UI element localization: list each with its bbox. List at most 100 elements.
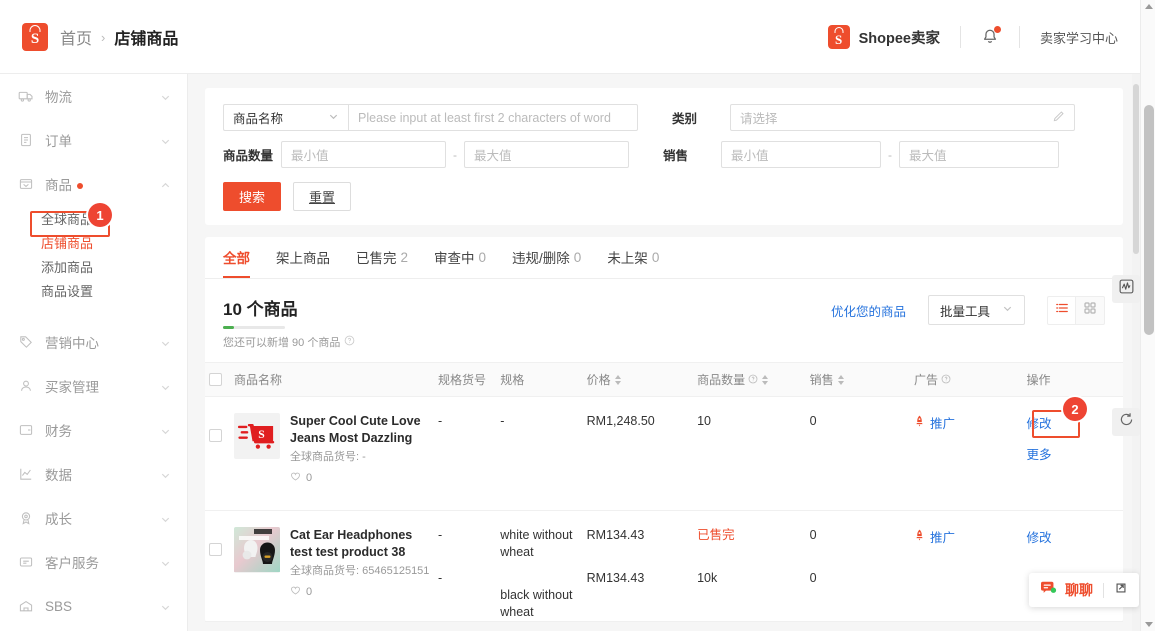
product-name-filter-group: 商品名称 Please input at least first 2 chara… <box>223 104 638 131</box>
sidebar-label-finance: 财务 <box>45 420 160 440</box>
quantity-help-icon[interactable] <box>748 373 758 387</box>
tab-violation-deleted[interactable]: 违规/删除 0 <box>512 236 581 278</box>
chevron-down-icon <box>160 381 171 392</box>
sales-max-input[interactable]: 最大值 <box>899 141 1059 168</box>
tab-reviewing[interactable]: 审查中 0 <box>434 236 486 278</box>
expand-icon[interactable] <box>1114 581 1128 600</box>
row-2-price: RM134.43 RM134.43 <box>583 511 693 622</box>
heart-icon <box>290 471 301 485</box>
row-2-edit-link[interactable]: 修改 <box>1027 527 1119 546</box>
ads-help-icon[interactable] <box>941 373 951 387</box>
sidebar-item-data[interactable]: 数据 <box>0 452 187 496</box>
col-actions: 操作 <box>1023 363 1123 397</box>
row-1-likes-count: 0 <box>306 472 312 484</box>
chevron-down-icon <box>160 91 171 102</box>
row-1-product-name[interactable]: Super Cool Cute Love Jeans Most Dazzling <box>290 413 430 446</box>
row-1-checkbox[interactable] <box>209 429 222 442</box>
search-button[interactable]: 搜索 <box>223 182 281 211</box>
row-1-quantity: 10 <box>693 397 805 511</box>
breadcrumb-home[interactable]: 首页 <box>60 25 92 49</box>
sidebar-label-logistics: 物流 <box>45 86 160 106</box>
sales-sort-icon[interactable] <box>838 375 844 385</box>
quantity-min-input[interactable]: 最小值 <box>281 141 446 168</box>
row-2-sku-value: 65465125151 <box>362 565 429 577</box>
circle-refresh-icon <box>1118 411 1135 433</box>
category-select-input[interactable]: 请选择 <box>730 104 1075 131</box>
header-divider-2 <box>1019 26 1020 48</box>
quota-subtitle-text: 您还可以新增 90 个商品 <box>223 334 340 350</box>
tab-sold-out-count: 2 <box>401 250 409 265</box>
tab-unlisted[interactable]: 未上架 0 <box>607 236 659 278</box>
product-name-field-select[interactable]: 商品名称 <box>223 104 348 131</box>
tab-on-shelf[interactable]: 架上商品 <box>276 236 330 278</box>
sidebar-item-products[interactable]: 商品 <box>0 162 187 206</box>
row-2-variant-2-sales: 0 <box>810 544 906 587</box>
scroll-up-arrow-icon[interactable] <box>1141 0 1155 14</box>
sidebar-item-finance[interactable]: 财务 <box>0 408 187 452</box>
row-1-more-link[interactable]: 更多 <box>1027 444 1119 463</box>
col-sales[interactable]: 销售 <box>806 363 910 397</box>
sidebar-item-add-product[interactable]: 添加商品 <box>41 254 187 278</box>
user-icon <box>18 378 34 394</box>
row-2-thumbnail[interactable] <box>234 527 280 573</box>
col-quantity[interactable]: 商品数量 <box>693 363 805 397</box>
quantity-sort-icon[interactable] <box>762 375 768 385</box>
row-2-promote-link[interactable]: 推广 <box>914 511 1018 546</box>
row-2-product-name[interactable]: Cat Ear Headphones test test product 38 <box>290 527 430 560</box>
sidebar-item-marketing[interactable]: 营销中心 <box>0 320 187 364</box>
col-product-name-label: 商品名称 <box>234 371 282 388</box>
list-view-button[interactable] <box>1047 296 1076 325</box>
seller-learning-center-link[interactable]: 卖家学习中心 <box>1040 28 1118 47</box>
content-scrollbar-thumb[interactable] <box>1133 84 1139 254</box>
quantity-max-input[interactable]: 最大值 <box>464 141 629 168</box>
view-mode-toggle <box>1047 296 1105 325</box>
tab-all[interactable]: 全部 <box>223 236 250 278</box>
sidebar-item-product-settings[interactable]: 商品设置 <box>41 278 187 302</box>
row-2-sales: 0 0 <box>806 511 910 622</box>
notification-bell-icon[interactable] <box>981 27 999 47</box>
sales-min-input[interactable]: 最小值 <box>721 141 881 168</box>
question-circle-icon[interactable] <box>344 335 355 349</box>
row-2-checkbox[interactable] <box>209 543 222 556</box>
reset-button[interactable]: 重置 <box>293 182 351 211</box>
chevron-down-icon <box>160 557 171 568</box>
sales-min-placeholder: 最小值 <box>731 145 769 164</box>
optimize-products-link[interactable]: 优化您的商品 <box>831 301 906 320</box>
browser-scrollbar-thumb[interactable] <box>1144 105 1154 335</box>
row-2-variant-1-price: RM134.43 <box>587 511 689 544</box>
tab-sold-out[interactable]: 已售完 2 <box>356 236 408 278</box>
sidebar-item-orders[interactable]: 订单 <box>0 118 187 162</box>
sidebar-item-buyer-management[interactable]: 买家管理 <box>0 364 187 408</box>
row-1-sales: 0 <box>806 397 910 511</box>
refresh-float-button[interactable] <box>1112 408 1140 436</box>
breadcrumb-separator-icon: › <box>101 30 105 45</box>
category-filter-group: 类别 请选择 <box>672 104 1075 131</box>
sidebar-item-sbs[interactable]: SBS <box>0 584 187 628</box>
col-spec: 规格 <box>496 363 582 397</box>
row-1-thumbnail[interactable]: S <box>234 413 280 459</box>
sidebar-item-global-products[interactable]: 全球商品 <box>41 206 187 230</box>
scroll-down-arrow-icon[interactable] <box>1141 617 1155 631</box>
row-1-quantity-value: 10 <box>697 397 801 430</box>
sidebar-label-growth: 成长 <box>45 508 160 528</box>
sidebar-item-customer-service[interactable]: 客户服务 <box>0 540 187 584</box>
price-sort-icon[interactable] <box>615 375 621 385</box>
product-name-search-input[interactable]: Please input at least first 2 characters… <box>348 104 638 131</box>
analytics-float-button[interactable] <box>1112 275 1140 303</box>
bulk-tools-button[interactable]: 批量工具 <box>928 295 1025 325</box>
row-2-product-cell: Cat Ear Headphones test test product 38 … <box>205 511 434 622</box>
sidebar-item-shop-products[interactable]: 店铺商品 <box>41 230 187 254</box>
tab-unlisted-count: 0 <box>652 250 660 265</box>
sidebar-item-growth[interactable]: 成长 <box>0 496 187 540</box>
browser-scrollbar[interactable] <box>1140 0 1155 631</box>
row-1-price: RM1,248.50 <box>583 397 693 511</box>
pencil-icon[interactable] <box>1052 110 1065 126</box>
chat-float-widget[interactable]: 聊聊 <box>1029 573 1139 607</box>
page-root: S 首页 › 店铺商品 S Shopee卖家 卖家学习中心 <box>0 0 1155 631</box>
row-1-promote-link[interactable]: 推广 <box>914 397 1018 432</box>
col-price[interactable]: 价格 <box>583 363 693 397</box>
sidebar-item-logistics[interactable]: 物流 <box>0 74 187 118</box>
select-all-checkbox[interactable] <box>209 373 222 386</box>
grid-view-button[interactable] <box>1076 296 1105 325</box>
row-2-variant-2-quantity: 10k <box>697 544 801 587</box>
